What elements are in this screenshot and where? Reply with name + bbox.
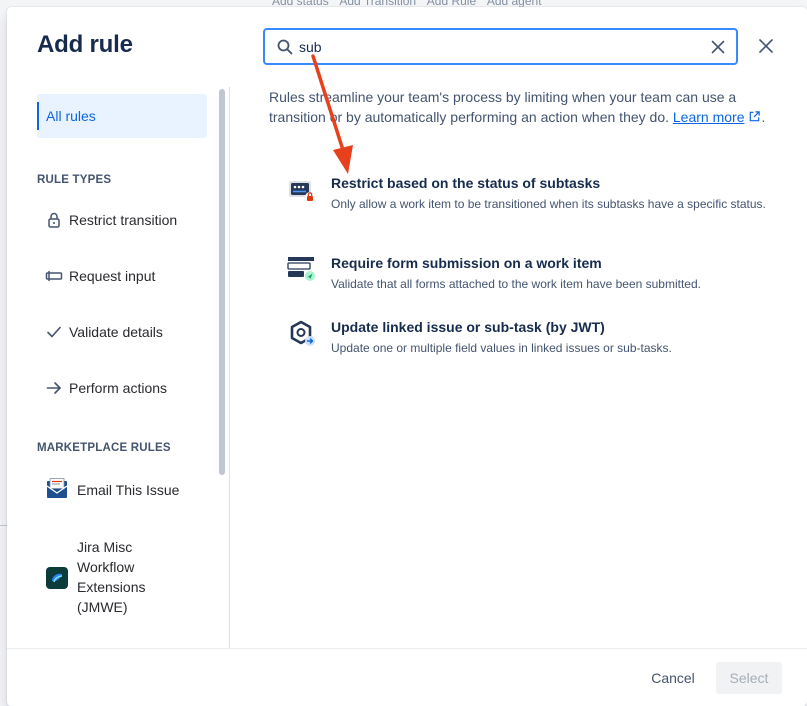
sidebar-item-restrict-transition[interactable]: Restrict transition: [37, 205, 212, 235]
sidebar-item-request-input[interactable]: Request input: [37, 261, 212, 291]
sidebar-item-perform-actions[interactable]: Perform actions: [37, 373, 212, 403]
marketplace-rules-heading: MARKETPLACE RULES: [37, 442, 171, 454]
sidebar-item-email-this-issue[interactable]: Email This Issue: [37, 475, 217, 515]
search-icon: [277, 39, 293, 55]
rule-option-form-submission[interactable]: Require form submission on a work item V…: [287, 255, 777, 299]
sidebar-item-label: All rules: [46, 108, 96, 124]
intro-description: Rules streamline your team's process by …: [269, 89, 737, 125]
check-icon: [47, 326, 61, 338]
sidebar-scrollbar[interactable]: [219, 89, 225, 475]
jmwe-app-icon: [46, 567, 68, 589]
rule-name: Update linked issue or sub-task (by JWT): [331, 319, 605, 335]
dialog-title: Add rule: [37, 31, 133, 58]
arrow-right-icon: [46, 382, 61, 394]
sidebar-item-jmwe[interactable]: Jira Misc Workflow Extensions (JMWE): [37, 537, 217, 621]
rule-description: Only allow a work item to be transitione…: [331, 197, 766, 211]
rule-name: Restrict based on the status of subtasks: [331, 175, 601, 191]
sidebar-item-all-rules[interactable]: All rules: [37, 94, 207, 138]
sidebar-item-label: Restrict transition: [69, 212, 178, 228]
email-app-icon: [46, 478, 68, 498]
sidebar-item-label: Request input: [69, 268, 156, 284]
form-submission-icon: [287, 257, 315, 281]
cancel-button[interactable]: Cancel: [637, 662, 709, 694]
close-icon[interactable]: [756, 36, 776, 56]
rule-description: Update one or multiple field values in l…: [331, 341, 672, 355]
input-field-icon: [45, 271, 63, 281]
sidebar-item-label: Validate details: [69, 324, 163, 340]
rule-option-subtask-status[interactable]: Restrict based on the status of subtasks…: [287, 175, 777, 231]
footer-divider: [7, 648, 807, 649]
jwt-update-icon: [290, 320, 315, 346]
subtask-status-lock-icon: [289, 181, 315, 202]
lock-icon: [48, 212, 60, 228]
search-input[interactable]: [299, 36, 699, 58]
clear-icon[interactable]: [709, 38, 727, 56]
external-link-icon: [750, 111, 761, 122]
learn-more-link[interactable]: Learn more: [673, 109, 762, 125]
select-button[interactable]: Select: [716, 662, 782, 694]
intro-text: Rules streamline your team's process by …: [269, 89, 766, 125]
rule-description: Validate that all forms attached to the …: [331, 277, 701, 291]
search-box[interactable]: [263, 28, 738, 65]
add-rule-dialog: Add rule All rules RULE TYPES Restri: [7, 7, 807, 706]
sidebar-item-label: Perform actions: [69, 380, 168, 396]
sidebar-item-label: Email This Issue: [77, 482, 180, 498]
rule-types-sidebar: All rules RULE TYPES Restrict transition…: [7, 87, 230, 648]
sidebar-item-label: Jira Misc Workflow Extensions (JMWE): [77, 539, 146, 615]
rule-name: Require form submission on a work item: [331, 255, 602, 271]
rule-option-jwt-update[interactable]: Update linked issue or sub-task (by JWT)…: [287, 319, 777, 363]
sidebar-item-validate-details[interactable]: Validate details: [37, 317, 212, 347]
learn-more-label: Learn more: [672, 109, 745, 125]
rule-types-heading: RULE TYPES: [37, 174, 112, 186]
